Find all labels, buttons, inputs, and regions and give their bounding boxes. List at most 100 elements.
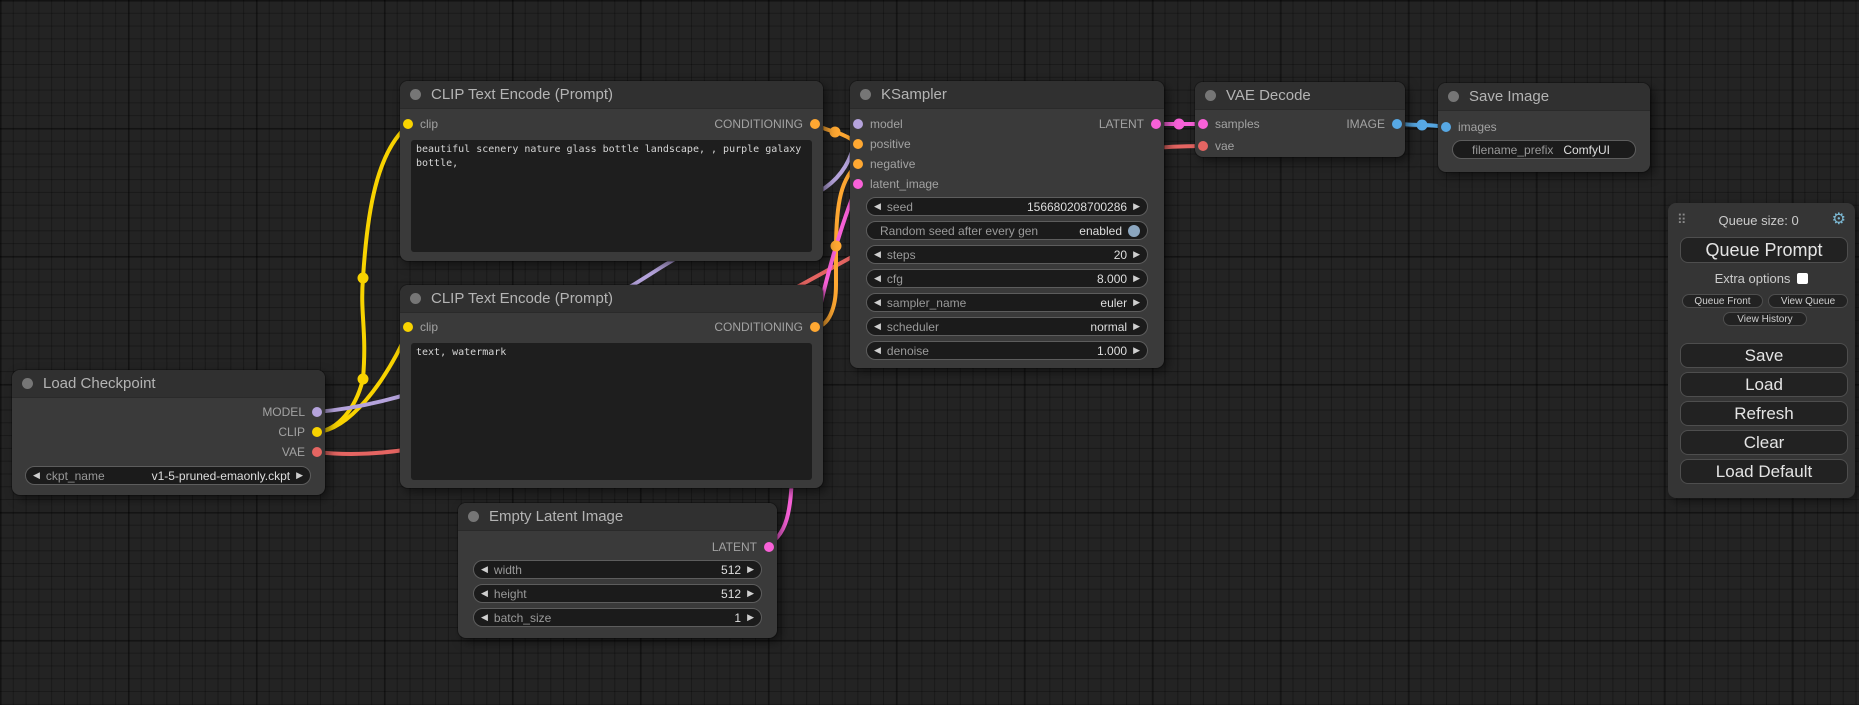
conditioning-slot-icon[interactable]: [853, 159, 863, 169]
denoise-widget[interactable]: ◀ denoise 1.000 ▶: [866, 341, 1148, 360]
clip-slot-icon[interactable]: [403, 322, 413, 332]
node-clip-text-encode-positive[interactable]: CLIP Text Encode (Prompt) clip CONDITION…: [400, 81, 823, 261]
clip-slot-icon[interactable]: [312, 427, 322, 437]
arrow-left-icon[interactable]: ◀: [874, 201, 881, 212]
arrow-left-icon[interactable]: ◀: [874, 273, 881, 284]
output-model[interactable]: MODEL: [12, 402, 325, 422]
conditioning-slot-icon[interactable]: [810, 322, 820, 332]
input-positive[interactable]: positive: [850, 134, 1164, 154]
filename-prefix-widget[interactable]: filename_prefix ComfyUI: [1452, 140, 1636, 159]
vae-slot-icon[interactable]: [1198, 141, 1208, 151]
arrow-left-icon[interactable]: ◀: [481, 612, 488, 623]
collapse-dot-icon[interactable]: [410, 293, 421, 304]
input-clip[interactable]: clip: [403, 117, 438, 131]
arrow-left-icon[interactable]: ◀: [33, 470, 40, 481]
input-latent-image[interactable]: latent_image: [850, 174, 1164, 194]
node-title-bar[interactable]: Load Checkpoint: [12, 370, 325, 398]
scheduler-widget[interactable]: ◀ scheduler normal ▶: [866, 317, 1148, 336]
extra-options-checkbox[interactable]: [1797, 273, 1808, 284]
clip-slot-icon[interactable]: [403, 119, 413, 129]
conditioning-slot-icon[interactable]: [810, 119, 820, 129]
output-clip[interactable]: CLIP: [12, 422, 325, 442]
latent-slot-icon[interactable]: [1151, 119, 1161, 129]
prompt-textarea[interactable]: beautiful scenery nature glass bottle la…: [411, 140, 812, 252]
collapse-dot-icon[interactable]: [1205, 90, 1216, 101]
input-vae[interactable]: vae: [1195, 136, 1405, 156]
image-slot-icon[interactable]: [1392, 119, 1402, 129]
latent-slot-icon[interactable]: [1198, 119, 1208, 129]
arrow-left-icon[interactable]: ◀: [481, 588, 488, 599]
random-seed-toggle[interactable]: [1128, 225, 1140, 237]
node-title-bar[interactable]: KSampler: [850, 81, 1164, 109]
load-default-button[interactable]: Load Default: [1680, 459, 1848, 484]
output-vae[interactable]: VAE: [12, 442, 325, 462]
collapse-dot-icon[interactable]: [860, 89, 871, 100]
node-load-checkpoint[interactable]: Load Checkpoint MODEL CLIP VAE ◀ ckpt_na…: [12, 370, 325, 495]
cfg-widget[interactable]: ◀ cfg 8.000 ▶: [866, 269, 1148, 288]
node-title-bar[interactable]: Empty Latent Image: [458, 503, 777, 531]
arrow-left-icon[interactable]: ◀: [874, 249, 881, 260]
refresh-button[interactable]: Refresh: [1680, 401, 1848, 426]
queue-front-button[interactable]: Queue Front: [1682, 294, 1763, 308]
random-seed-widget[interactable]: Random seed after every gen enabled: [866, 221, 1148, 240]
output-conditioning[interactable]: CONDITIONING: [714, 320, 820, 334]
seed-widget[interactable]: ◀ seed 156680208700286 ▶: [866, 197, 1148, 216]
node-title-bar[interactable]: Save Image: [1438, 83, 1650, 111]
arrow-right-icon[interactable]: ▶: [1133, 321, 1140, 332]
node-title-bar[interactable]: VAE Decode: [1195, 82, 1405, 110]
view-history-button[interactable]: View History: [1723, 312, 1807, 326]
ckpt-name-widget[interactable]: ◀ ckpt_name v1-5-pruned-emaonly.ckpt ▶: [25, 466, 311, 485]
save-button[interactable]: Save: [1680, 343, 1848, 368]
arrow-right-icon[interactable]: ▶: [1133, 297, 1140, 308]
load-button[interactable]: Load: [1680, 372, 1848, 397]
output-latent[interactable]: LATENT: [1099, 117, 1161, 131]
prompt-textarea[interactable]: text, watermark: [411, 343, 812, 480]
queue-prompt-button[interactable]: Queue Prompt: [1680, 237, 1848, 263]
node-vae-decode[interactable]: VAE Decode samples IMAGE vae: [1195, 82, 1405, 157]
arrow-right-icon[interactable]: ▶: [747, 588, 754, 599]
arrow-right-icon[interactable]: ▶: [1133, 249, 1140, 260]
node-graph-canvas[interactable]: Load Checkpoint MODEL CLIP VAE ◀ ckpt_na…: [0, 0, 1859, 705]
collapse-dot-icon[interactable]: [1448, 91, 1459, 102]
model-slot-icon[interactable]: [312, 407, 322, 417]
sampler-name-widget[interactable]: ◀ sampler_name euler ▶: [866, 293, 1148, 312]
batch-size-widget[interactable]: ◀ batch_size 1 ▶: [473, 608, 762, 627]
latent-slot-icon[interactable]: [764, 542, 774, 552]
arrow-left-icon[interactable]: ◀: [874, 297, 881, 308]
collapse-dot-icon[interactable]: [22, 378, 33, 389]
collapse-dot-icon[interactable]: [468, 511, 479, 522]
model-slot-icon[interactable]: [853, 119, 863, 129]
input-samples[interactable]: samples: [1198, 117, 1260, 131]
latent-slot-icon[interactable]: [853, 179, 863, 189]
input-negative[interactable]: negative: [850, 154, 1164, 174]
output-image[interactable]: IMAGE: [1346, 117, 1402, 131]
arrow-right-icon[interactable]: ▶: [1133, 201, 1140, 212]
settings-gear-icon[interactable]: ⚙: [1832, 212, 1846, 228]
image-slot-icon[interactable]: [1441, 122, 1451, 132]
width-widget[interactable]: ◀ width 512 ▶: [473, 560, 762, 579]
drag-handle-icon[interactable]: ⠿: [1677, 212, 1686, 228]
height-widget[interactable]: ◀ height 512 ▶: [473, 584, 762, 603]
input-images[interactable]: images: [1438, 117, 1650, 137]
node-title-bar[interactable]: CLIP Text Encode (Prompt): [400, 285, 823, 313]
arrow-left-icon[interactable]: ◀: [481, 564, 488, 575]
clear-button[interactable]: Clear: [1680, 430, 1848, 455]
conditioning-slot-icon[interactable]: [853, 139, 863, 149]
view-queue-button[interactable]: View Queue: [1768, 294, 1848, 308]
arrow-right-icon[interactable]: ▶: [296, 470, 303, 481]
arrow-right-icon[interactable]: ▶: [747, 564, 754, 575]
node-ksampler[interactable]: KSampler model LATENT positive negative …: [850, 81, 1164, 368]
arrow-right-icon[interactable]: ▶: [1133, 345, 1140, 356]
arrow-left-icon[interactable]: ◀: [874, 345, 881, 356]
node-empty-latent-image[interactable]: Empty Latent Image LATENT ◀ width 512 ▶ …: [458, 503, 777, 638]
node-clip-text-encode-negative[interactable]: CLIP Text Encode (Prompt) clip CONDITION…: [400, 285, 823, 488]
arrow-right-icon[interactable]: ▶: [747, 612, 754, 623]
input-model[interactable]: model: [853, 117, 903, 131]
steps-widget[interactable]: ◀ steps 20 ▶: [866, 245, 1148, 264]
node-title-bar[interactable]: CLIP Text Encode (Prompt): [400, 81, 823, 109]
input-clip[interactable]: clip: [403, 320, 438, 334]
collapse-dot-icon[interactable]: [410, 89, 421, 100]
arrow-left-icon[interactable]: ◀: [874, 321, 881, 332]
arrow-right-icon[interactable]: ▶: [1133, 273, 1140, 284]
node-save-image[interactable]: Save Image images filename_prefix ComfyU…: [1438, 83, 1650, 172]
